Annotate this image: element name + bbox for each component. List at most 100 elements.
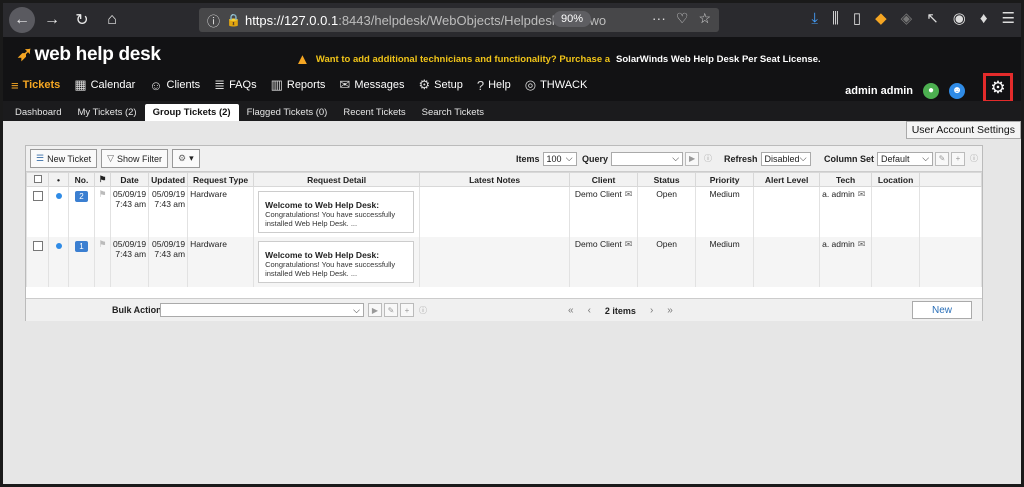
banner-link[interactable]: SolarWinds Web Help Desk Per Seat Licens… xyxy=(616,54,821,65)
run-query-icon[interactable]: ▶ xyxy=(685,151,700,166)
tab-my-tickets[interactable]: My Tickets (2) xyxy=(69,104,144,121)
nav-reports[interactable]: ▥ Reports xyxy=(271,77,326,93)
email-icon[interactable]: ✉ xyxy=(858,189,866,199)
col-request-type[interactable]: Request Type xyxy=(187,172,255,187)
first-page-icon[interactable]: « xyxy=(568,305,574,316)
reload-icon[interactable]: ↻ xyxy=(69,7,95,33)
download-icon[interactable]: ⤓ xyxy=(811,10,818,27)
col-tech[interactable]: Tech xyxy=(819,172,873,187)
sidebar-icon[interactable]: ▯ xyxy=(853,9,861,27)
bookmark-star-icon[interactable]: ☆ xyxy=(698,10,711,27)
col-priority[interactable]: Priority xyxy=(695,172,755,187)
page-actions-icon[interactable]: ··· xyxy=(652,10,666,27)
nav-calendar[interactable]: ▦ Calendar xyxy=(74,77,135,93)
nav-help[interactable]: ? Help xyxy=(477,78,511,93)
license-banner[interactable]: ▲ Want to add additional technicians and… xyxy=(295,51,821,68)
menu-icon[interactable]: ☰ xyxy=(1002,9,1015,27)
client-name[interactable]: Demo Client xyxy=(575,239,622,249)
tab-group-tickets[interactable]: Group Tickets (2) xyxy=(144,104,239,121)
user-account-settings-gear-icon[interactable]: ⚙ xyxy=(983,73,1013,103)
status-green-icon[interactable]: ● xyxy=(923,83,939,99)
row-checkbox[interactable] xyxy=(32,241,43,251)
col-updated[interactable]: Updated xyxy=(148,172,189,187)
info-icon[interactable]: ⓘ xyxy=(207,11,220,30)
col-latest-notes[interactable]: Latest Notes xyxy=(419,172,571,187)
bulk-action-select[interactable]: ⌵ xyxy=(160,303,364,317)
select-all-checkbox[interactable] xyxy=(33,174,42,183)
refresh-select[interactable]: Disabled ⌵ xyxy=(760,151,811,166)
prev-page-icon[interactable]: ‹ xyxy=(588,305,591,316)
col-no[interactable]: No. xyxy=(68,172,95,187)
col-alert-level[interactable]: Alert Level xyxy=(753,172,821,187)
user-name[interactable]: admin admin xyxy=(845,85,913,97)
ticket-number[interactable]: 2 xyxy=(75,191,88,202)
request-detail[interactable]: Welcome to Web Help Desk: Congratulations… xyxy=(258,241,415,283)
column-info-icon[interactable]: ⓘ xyxy=(967,152,981,166)
nav-faqs[interactable]: ≣ FAQs xyxy=(214,77,256,93)
col-status[interactable]: Status xyxy=(637,172,697,187)
table-row[interactable]: 2 ⚑ 05/09/19 7:43 am 05/09/19 7:43 am Hard… xyxy=(26,186,982,237)
items-select[interactable]: 100 ⌵ xyxy=(542,151,577,166)
run-bulk-icon[interactable]: ▶ xyxy=(368,303,382,317)
tab-search-tickets[interactable]: Search Tickets xyxy=(414,104,492,121)
table-row[interactable]: 1 ⚑ 05/09/19 7:43 am 05/09/19 7:43 am Hard… xyxy=(26,237,982,287)
address-bar[interactable]: ⓘ 🔒 https://127.0.0.1 :8443/helpdesk/Web… xyxy=(199,8,719,32)
shield-extension-icon[interactable]: ♦ xyxy=(980,10,988,27)
query-info-icon[interactable]: ⓘ xyxy=(701,152,715,166)
new-ticket-button[interactable]: ☰ New Ticket xyxy=(30,149,98,168)
column-set-select[interactable]: Default ⌵ xyxy=(877,151,934,166)
user-avatar-icon[interactable]: ☻ xyxy=(949,83,965,99)
back-icon[interactable]: ← xyxy=(9,7,35,33)
add-plus-icon[interactable]: + xyxy=(400,303,414,317)
home-icon[interactable]: ⌂ xyxy=(99,7,125,33)
tech-name[interactable]: a. admin xyxy=(822,239,855,249)
bulk-info-icon[interactable]: ⓘ xyxy=(416,303,430,317)
nav-tickets[interactable]: ≡ Tickets xyxy=(11,78,60,93)
email-icon[interactable]: ✉ xyxy=(625,189,633,199)
nav-messages[interactable]: ✉ Messages xyxy=(339,77,404,93)
email-icon[interactable]: ✉ xyxy=(858,239,866,249)
col-flag[interactable]: ⚑ xyxy=(94,172,111,187)
show-filter-button[interactable]: ▽ Show Filter xyxy=(101,149,169,168)
lock-warning-icon[interactable]: 🔒 xyxy=(226,13,241,27)
extension-icon[interactable]: ◆ xyxy=(875,9,887,27)
browser-toolbar-icons: ⤓ ⫼ ▯ ◆ ◈ ↖ ◉ ♦ ☰ xyxy=(811,9,1015,28)
logo[interactable]: ➶ web help desk xyxy=(17,43,161,66)
client-name[interactable]: Demo Client xyxy=(575,189,622,199)
col-bullet[interactable]: • xyxy=(48,172,69,187)
pocket-icon[interactable]: ♡ xyxy=(676,10,689,27)
extension-disabled-icon[interactable]: ◈ xyxy=(901,9,913,27)
new-button[interactable]: New xyxy=(912,301,972,319)
account-icon[interactable]: ◉ xyxy=(953,9,966,27)
tech-name[interactable]: a. admin xyxy=(822,189,855,199)
nav-setup[interactable]: ⚙ Setup xyxy=(418,77,462,93)
edit-pencil-icon[interactable]: ✎ xyxy=(384,303,398,317)
request-detail[interactable]: Welcome to Web Help Desk: Congratulations… xyxy=(258,191,415,233)
zoom-level[interactable]: 90% xyxy=(552,11,591,27)
gear-menu-button[interactable]: ⚙ ▾ xyxy=(172,149,200,168)
tab-recent-tickets[interactable]: Recent Tickets xyxy=(335,104,413,121)
next-page-icon[interactable]: › xyxy=(650,305,653,316)
forward-icon[interactable]: → xyxy=(39,7,65,33)
nav-clients[interactable]: ☺ Clients xyxy=(149,78,200,93)
unread-bullet-icon xyxy=(55,243,62,249)
col-select[interactable] xyxy=(26,172,49,187)
flag-icon[interactable]: ⚑ xyxy=(98,189,106,199)
edit-pencil-icon[interactable]: ✎ xyxy=(935,151,950,166)
last-page-icon[interactable]: » xyxy=(667,305,673,316)
col-request-detail[interactable]: Request Detail xyxy=(253,172,421,187)
col-client[interactable]: Client xyxy=(569,172,639,187)
tab-dashboard[interactable]: Dashboard xyxy=(7,104,69,121)
nav-thwack[interactable]: ◎ THWACK xyxy=(525,77,588,93)
tab-flagged-tickets[interactable]: Flagged Tickets (0) xyxy=(239,104,336,121)
flag-icon[interactable]: ⚑ xyxy=(98,239,106,249)
row-checkbox[interactable] xyxy=(32,191,43,201)
col-date[interactable]: Date xyxy=(109,172,150,187)
col-location[interactable]: Location xyxy=(871,172,921,187)
query-select[interactable]: ⌵ xyxy=(611,151,684,166)
ticket-number[interactable]: 1 xyxy=(75,241,88,252)
library-icon[interactable]: ⫼ xyxy=(832,10,839,27)
cursor-extension-icon[interactable]: ↖ xyxy=(926,9,939,27)
add-plus-icon[interactable]: + xyxy=(951,151,966,166)
email-icon[interactable]: ✉ xyxy=(625,239,633,249)
